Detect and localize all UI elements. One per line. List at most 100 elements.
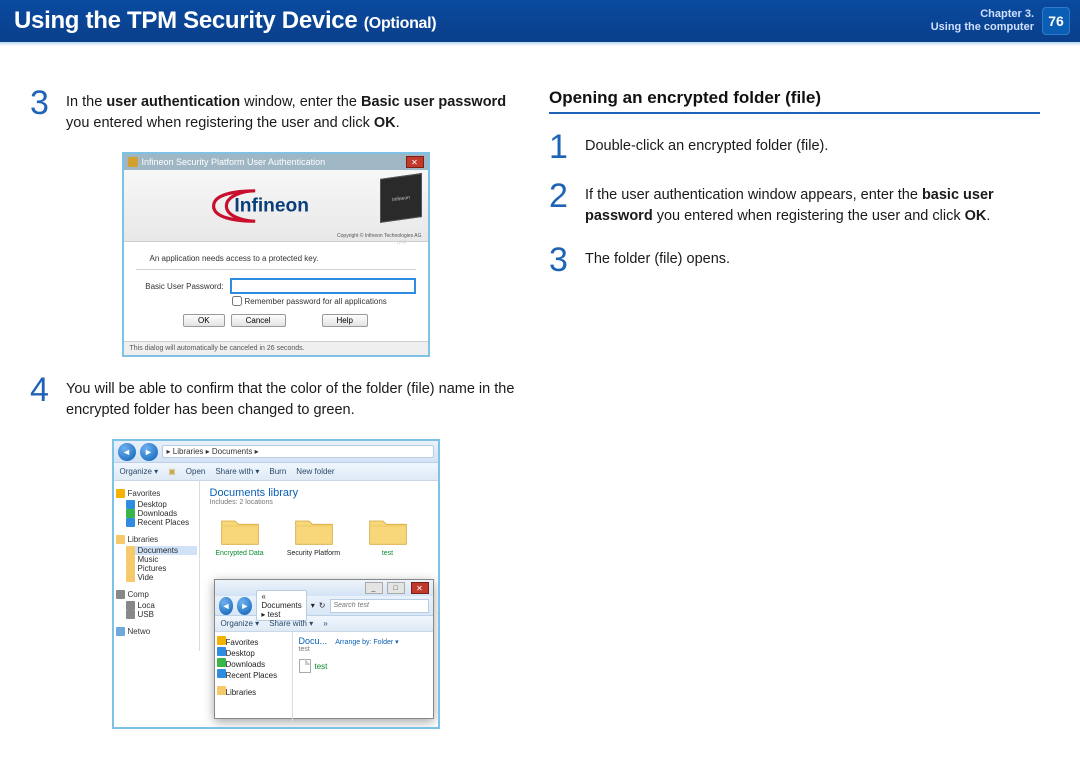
organize-button[interactable]: Organize ▾	[221, 619, 260, 628]
dialog-message: An application needs access to a protect…	[136, 248, 416, 270]
newfolder-button[interactable]: New folder	[296, 467, 334, 476]
back-icon[interactable]: ◄	[118, 443, 136, 461]
shield-icon	[128, 157, 138, 167]
cancel-button[interactable]: Cancel	[231, 314, 286, 327]
drive-icon	[126, 601, 135, 610]
tree-favorites[interactable]: Favorites	[128, 489, 161, 498]
nested-content: Docu... Arrange by: Folder ▾ test test	[293, 632, 433, 722]
tree-network[interactable]: Netwo	[128, 627, 151, 636]
step-text: You will be able to confirm that the col…	[66, 375, 521, 421]
maximize-icon[interactable]: □	[387, 582, 405, 594]
infineon-logo: Infineon	[204, 186, 348, 226]
chapter-line2: Using the computer	[931, 21, 1034, 34]
tree-libraries[interactable]: Libraries	[226, 688, 257, 697]
nested-window: _ □ ✕ ◄ ► « Documents ▸ test ▾ ↻ Organiz…	[214, 579, 434, 719]
step-3: 3 In the user authentication window, ent…	[30, 88, 521, 134]
step-text: The folder (file) opens.	[585, 245, 730, 276]
left-column: 3 In the user authentication window, ent…	[30, 88, 521, 747]
step-number: 4	[30, 375, 56, 421]
help-button[interactable]: Help	[322, 314, 368, 327]
forward-icon[interactable]: ►	[140, 443, 158, 461]
explorer-toolbar: Organize ▾ ▣ Open Share with ▾ Burn New …	[114, 463, 438, 481]
organize-button[interactable]: Organize ▾	[120, 467, 159, 476]
breadcrumb[interactable]: « Documents ▸ test	[256, 590, 306, 621]
star-icon	[116, 489, 125, 498]
folder-item[interactable]: Encrypted Data	[210, 514, 270, 557]
tree-pictures[interactable]: Pictures	[138, 564, 167, 573]
downloads-icon	[126, 509, 135, 518]
recent-icon	[126, 518, 135, 527]
computer-icon	[116, 590, 125, 599]
more-button[interactable]: »	[323, 619, 327, 628]
header-right: Chapter 3. Using the computer 76	[931, 7, 1070, 35]
chapter-box: Chapter 3. Using the computer	[931, 8, 1034, 34]
tree-downloads[interactable]: Downloads	[226, 660, 266, 669]
password-input[interactable]	[230, 278, 416, 294]
arrange-by[interactable]: Arrange by: Folder ▾	[335, 639, 398, 646]
tree-desktop[interactable]: Desktop	[138, 500, 167, 509]
remember-checkbox[interactable]	[232, 296, 242, 306]
folder-label: Encrypted Data	[215, 550, 263, 557]
tree-usb[interactable]: USB	[138, 610, 154, 619]
tree-music[interactable]: Music	[138, 555, 159, 564]
auth-dialog-screenshot: Infineon Security Platform User Authenti…	[122, 152, 430, 357]
title-main: Using the TPM Security Device	[14, 7, 357, 34]
explorer-addressbar: ◄ ► ▸ Libraries ▸ Documents ▸	[114, 441, 438, 463]
step-4: 4 You will be able to confirm that the c…	[30, 375, 521, 421]
tree-downloads[interactable]: Downloads	[138, 509, 178, 518]
tree-recent[interactable]: Recent Places	[138, 518, 190, 527]
star-icon	[217, 636, 226, 645]
forward-icon[interactable]: ►	[237, 597, 252, 615]
folder-icon	[126, 573, 135, 582]
share-button[interactable]: Share with ▾	[215, 467, 259, 476]
drive-icon	[126, 610, 135, 619]
page-number-badge: 76	[1042, 7, 1070, 35]
share-button[interactable]: Share with ▾	[269, 619, 313, 628]
close-icon[interactable]: ✕	[411, 582, 429, 594]
folder-label: test	[382, 550, 393, 557]
library-title: Documents library	[210, 487, 428, 499]
remember-label: Remember password for all applications	[245, 297, 387, 306]
tree-local[interactable]: Loca	[138, 601, 155, 610]
dialog-banner: Infineon Infineon TPM Copyright © Infine…	[124, 170, 428, 242]
step-number: 1	[549, 132, 575, 163]
dialog-titlebar: Infineon Security Platform User Authenti…	[124, 154, 428, 170]
folder-item[interactable]: Security Platform	[284, 514, 344, 557]
step-number: 2	[549, 181, 575, 227]
close-icon[interactable]: ✕	[406, 156, 424, 168]
file-item[interactable]: test	[299, 659, 427, 673]
title-suffix: (Optional)	[364, 15, 437, 32]
password-label: Basic User Password:	[136, 282, 224, 291]
nested-tree: Favorites Desktop Downloads Recent Place…	[215, 632, 293, 722]
desktop-icon	[217, 647, 226, 656]
tree-libraries[interactable]: Libraries	[128, 535, 159, 544]
tree-favorites[interactable]: Favorites	[226, 638, 259, 647]
search-input[interactable]	[330, 599, 429, 613]
step-2: 2 If the user authentication window appe…	[549, 181, 1040, 227]
right-column: Opening an encrypted folder (file) 1 Dou…	[549, 88, 1040, 747]
open-button[interactable]: Open	[186, 467, 206, 476]
file-label: test	[315, 662, 328, 671]
tree-computer[interactable]: Comp	[128, 590, 149, 599]
tree-recent[interactable]: Recent Places	[226, 671, 278, 680]
ok-button[interactable]: OK	[183, 314, 225, 327]
downloads-icon	[217, 658, 226, 667]
tree-desktop[interactable]: Desktop	[226, 649, 255, 658]
library-subtitle: Includes: 2 locations	[210, 499, 428, 506]
library-title: Docu...	[299, 636, 328, 646]
step-text: Double-click an encrypted folder (file).	[585, 132, 828, 163]
recent-icon	[217, 669, 226, 678]
tree-documents[interactable]: Documents	[138, 546, 178, 555]
copyright-text: Copyright © Infineon Technologies AG	[337, 233, 421, 239]
libraries-icon	[116, 535, 125, 544]
step-3r: 3 The folder (file) opens.	[549, 245, 1040, 276]
svg-text:Infineon: Infineon	[234, 195, 309, 216]
folder-item[interactable]: test	[358, 514, 418, 557]
tree-videos[interactable]: Vide	[138, 573, 154, 582]
back-icon[interactable]: ◄	[219, 597, 234, 615]
minimize-icon[interactable]: _	[365, 582, 383, 594]
breadcrumb[interactable]: ▸ Libraries ▸ Documents ▸	[162, 445, 434, 458]
step-number: 3	[30, 88, 56, 134]
burn-button[interactable]: Burn	[269, 467, 286, 476]
dialog-footer: This dialog will automatically be cancel…	[124, 341, 428, 355]
